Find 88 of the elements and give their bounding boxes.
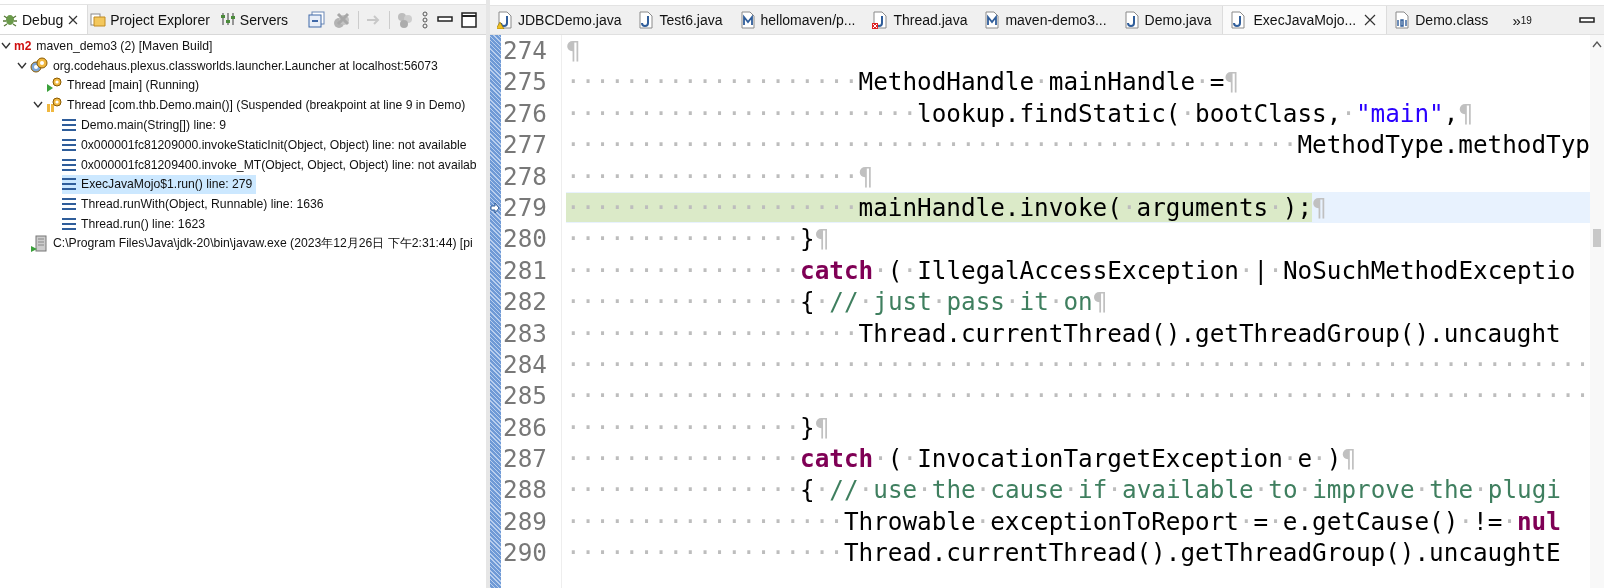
tree-item[interactable]: 0x000001fc81209400.invoke_MT(Object, Object, Object) line: not availab bbox=[62, 155, 481, 175]
line-number: 288 bbox=[503, 474, 548, 506]
tree-item[interactable]: Thread.runWith(Object, Runnable) line: 1636 bbox=[62, 194, 328, 214]
tree-item[interactable]: 0x000001fc81209000.invokeStaticInit(Object, Object) line: not available bbox=[62, 135, 471, 155]
code-line: ···················Thread.currentThread().getThreadGroup().uncaughtE bbox=[566, 537, 1562, 569]
process-icon bbox=[30, 234, 48, 253]
sliders-icon bbox=[219, 11, 236, 28]
maven-file-icon bbox=[984, 11, 1001, 29]
line-number: 290 bbox=[503, 537, 548, 569]
java-file-error-icon bbox=[872, 11, 889, 29]
chevron-icon[interactable] bbox=[1, 41, 11, 50]
tree-item[interactable]: org.codehaus.plexus.classworlds.launcher.Launcher at localhost:56073 bbox=[30, 56, 442, 76]
folder-icon bbox=[90, 11, 107, 28]
tree-item[interactable]: m2 maven_demo3 (2) [Maven Build] bbox=[14, 36, 217, 56]
launch-label: m2 bbox=[14, 38, 32, 53]
code-line: ················catch·(·InvocationTargetException·e·)¶ bbox=[566, 443, 1358, 475]
java-file-warning-icon bbox=[497, 11, 513, 29]
line-number: 284 bbox=[503, 348, 548, 381]
code-line: ····················MethodHandle·mainHandle·=¶ bbox=[566, 66, 1240, 98]
line-number: 276 bbox=[503, 97, 548, 130]
line-number: 278 bbox=[503, 160, 548, 192]
line-number: 279 bbox=[503, 191, 548, 224]
view-tab[interactable]: Debug bbox=[0, 5, 89, 34]
line-number: 275 bbox=[503, 66, 548, 98]
stack-frame-icon bbox=[62, 218, 76, 231]
code-line: ················}¶ bbox=[566, 223, 831, 255]
line-number: 289 bbox=[503, 505, 548, 538]
close-icon[interactable] bbox=[67, 13, 80, 26]
editor-tab[interactable]: maven-demo3... bbox=[977, 6, 1117, 34]
suspended-thread-icon bbox=[46, 96, 62, 115]
line-number: 280 bbox=[503, 223, 548, 255]
code-line: ················}¶ bbox=[566, 411, 831, 444]
line-number: 286 bbox=[503, 411, 548, 444]
line-number: 274 bbox=[503, 35, 548, 67]
class-file-icon bbox=[1394, 11, 1411, 29]
tree-item[interactable]: ExecJavaMojo$1.run() line: 279 bbox=[62, 174, 257, 194]
close-icon[interactable] bbox=[1364, 14, 1377, 26]
view-menu-icon[interactable] bbox=[420, 10, 430, 29]
code-line: ················{·//·just·pass·it·on¶ bbox=[566, 286, 1109, 318]
view-tab[interactable]: Servers bbox=[217, 5, 297, 34]
editor-tab[interactable]: Demo.java bbox=[1116, 6, 1222, 34]
editor-tab[interactable]: Demo.class bbox=[1387, 6, 1499, 34]
stack-frame-icon bbox=[62, 178, 76, 191]
scrollbar-thumb[interactable] bbox=[1593, 229, 1601, 247]
code-line: ······································································ bbox=[566, 348, 1590, 381]
code-line: ····················¶ bbox=[566, 160, 875, 192]
tree-item[interactable]: Thread [com.thb.Demo.main()] (Suspended (breakpoint at line 9 in Demo) bbox=[46, 95, 470, 115]
tree-item[interactable]: Thread [main] (Running) bbox=[46, 76, 204, 95]
stack-frame-icon bbox=[62, 198, 76, 211]
java-file-icon bbox=[1229, 11, 1246, 29]
editor-tab[interactable]: JDBCDemo.java bbox=[490, 6, 632, 34]
arrow-icon bbox=[490, 201, 500, 214]
chevron-icon[interactable] bbox=[17, 61, 27, 70]
scroll-up-icon[interactable] bbox=[1591, 39, 1603, 49]
code-line: ··················································MethodType.methodTyp bbox=[566, 129, 1590, 161]
code-line: ···················Throwable·exceptionToReport·=·e.getCause()·!=·nul bbox=[566, 505, 1562, 538]
stack-frame-icon bbox=[62, 158, 76, 171]
line-number: 277 bbox=[503, 129, 548, 161]
java-file-icon bbox=[1123, 11, 1140, 29]
maximize-icon[interactable] bbox=[460, 10, 478, 29]
editor-tab[interactable]: ExecJavaMojo... bbox=[1221, 6, 1388, 34]
code-line: ················{·//·use·the·cause·if·available·to·improve·the·plugi bbox=[566, 474, 1562, 506]
editor-tab[interactable]: Test6.java bbox=[631, 6, 733, 34]
running-thread-icon bbox=[46, 76, 62, 95]
code-line: ¶ bbox=[566, 35, 582, 67]
code-line: ······································································ bbox=[566, 380, 1590, 412]
line-number: 282 bbox=[503, 286, 548, 318]
tree-item[interactable]: Thread.run() line: 1623 bbox=[62, 214, 209, 234]
editor-tab[interactable]: hellomaven/p... bbox=[732, 6, 866, 34]
line-number: 285 bbox=[503, 380, 548, 412]
line-number: 283 bbox=[503, 317, 548, 349]
code-line: ························lookup.findStatic(·bootClass,·"main",¶ bbox=[566, 97, 1474, 130]
scrollbar[interactable] bbox=[1590, 35, 1604, 588]
chevron-icon[interactable] bbox=[33, 101, 43, 110]
line-number: 281 bbox=[503, 254, 548, 287]
editor-tab[interactable]: Thread.java bbox=[865, 6, 978, 34]
maven-file-icon bbox=[739, 11, 756, 29]
stack-frame-icon bbox=[62, 138, 76, 151]
collapse-all-icon[interactable] bbox=[308, 10, 326, 29]
java-file-icon bbox=[638, 11, 655, 29]
tree-item[interactable]: C:\Program Files\Java\jdk-20\bin\javaw.exe (2023年12月26日 下午2:31:44) [pi bbox=[30, 234, 477, 254]
code-line: ····················Thread.currentThread().getThreadGroup().uncaught bbox=[566, 317, 1562, 349]
view-tab[interactable]: Project Explorer bbox=[88, 5, 218, 34]
line-number: 287 bbox=[503, 443, 548, 475]
code-line: ················catch·(·IllegalAccessException·|·NoSuchMethodExceptio bbox=[566, 254, 1577, 287]
stack-frame-icon bbox=[62, 119, 76, 132]
tree-item[interactable]: Demo.main(String[]) line: 9 bbox=[62, 115, 230, 135]
gears-icon bbox=[30, 56, 48, 75]
